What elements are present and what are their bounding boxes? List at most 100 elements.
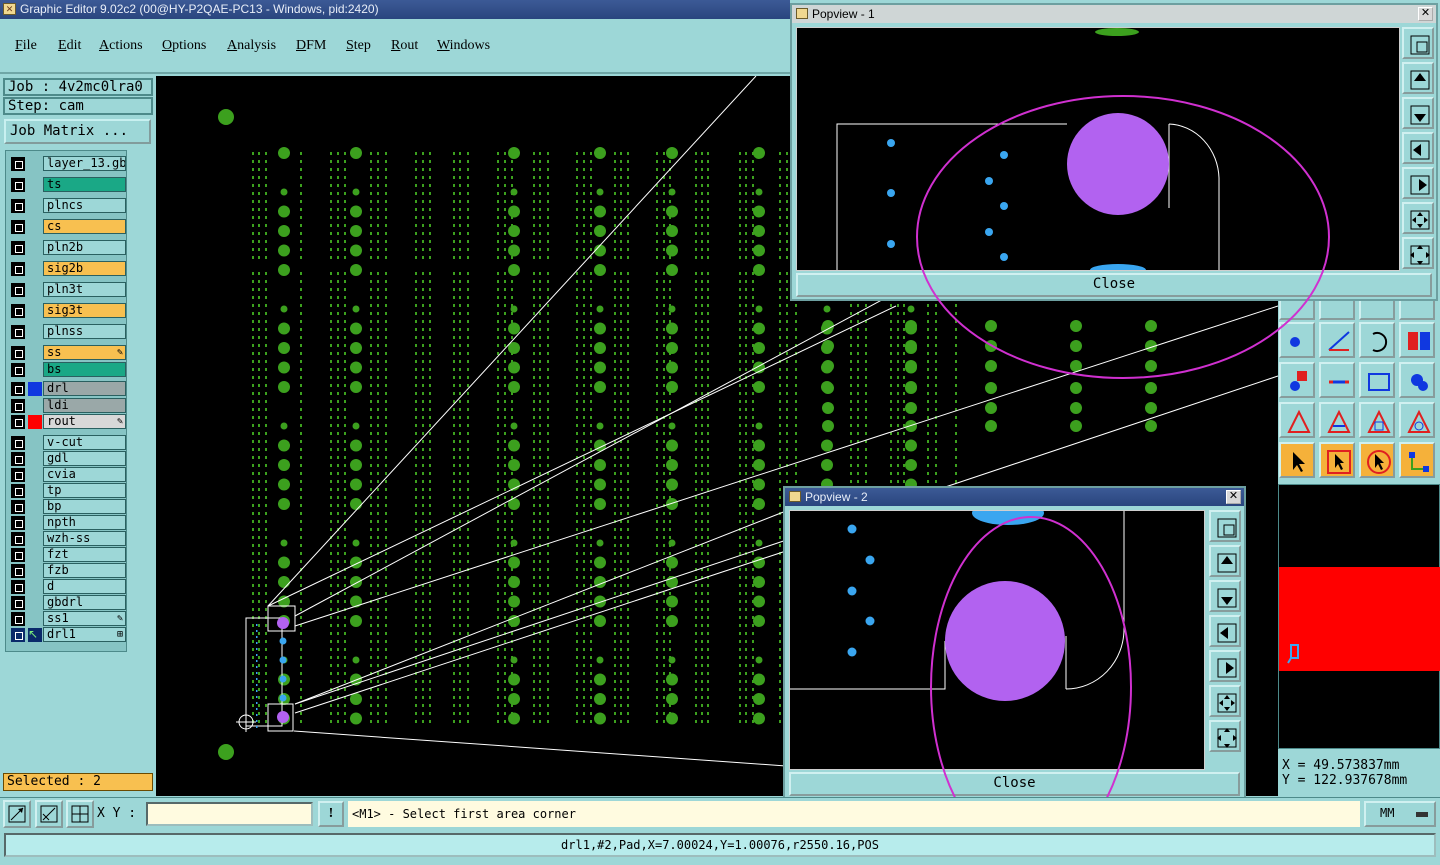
layer-checkbox[interactable] — [11, 580, 25, 594]
layer-row[interactable]: npth — [8, 515, 128, 530]
layer-checkbox[interactable] — [11, 452, 25, 466]
select-circle-button[interactable] — [1359, 442, 1395, 478]
line-tool-button[interactable] — [1319, 322, 1355, 358]
layer-row[interactable]: ss ✎ — [8, 345, 128, 360]
layer-checkbox[interactable] — [11, 363, 25, 377]
job-matrix-button[interactable]: Job Matrix ... — [4, 119, 151, 144]
menu-step[interactable]: Step — [346, 38, 371, 54]
layer-row[interactable]: pln3t — [8, 282, 128, 297]
layer-row[interactable]: ldi — [8, 398, 128, 413]
arc-tool-button[interactable] — [1359, 322, 1395, 358]
zoom-out-button[interactable] — [1209, 720, 1241, 752]
layer-checkbox[interactable] — [11, 304, 25, 318]
layer-checkbox[interactable] — [11, 283, 25, 297]
menu-windows[interactable]: Windows — [437, 38, 490, 54]
layer-checkbox[interactable] — [11, 628, 25, 642]
layer-checkbox[interactable] — [11, 346, 25, 360]
layer-checkbox[interactable] — [11, 532, 25, 546]
popview-1-close-icon[interactable]: ✕ — [1418, 7, 1433, 21]
layer-row[interactable]: ts — [8, 177, 128, 192]
menu-actions[interactable]: Actions — [99, 38, 143, 54]
layer-row[interactable]: bp — [8, 499, 128, 514]
zoom-area-button[interactable] — [3, 800, 31, 828]
zoom-in-button[interactable] — [1402, 202, 1434, 234]
pad-add-button[interactable] — [1279, 362, 1315, 398]
layer-checkbox[interactable] — [11, 199, 25, 213]
layer-row[interactable]: v-cut — [8, 435, 128, 450]
layer-checkbox[interactable] — [11, 468, 25, 482]
popview-2-close-button[interactable]: Close — [789, 772, 1240, 796]
layer-checkbox[interactable] — [11, 399, 25, 413]
layer-row[interactable]: gbdrl — [8, 595, 128, 610]
pan-left-button[interactable] — [1209, 615, 1241, 647]
menu-file[interactable]: File — [15, 38, 37, 54]
menu-rout[interactable]: Rout — [391, 38, 418, 54]
line-add-button[interactable] — [1319, 362, 1355, 398]
zoom-fit-button[interactable] — [1209, 510, 1241, 542]
layer-checkbox[interactable] — [11, 325, 25, 339]
layer-row[interactable]: layer_13.gbr — [8, 156, 128, 171]
layer-row[interactable]: wzh-ss — [8, 531, 128, 546]
triangle-circle-button[interactable] — [1399, 402, 1435, 438]
layer-row[interactable]: sig3t — [8, 303, 128, 318]
layer-checkbox[interactable] — [11, 262, 25, 276]
zoom-out-button[interactable] — [1402, 237, 1434, 269]
layer-checkbox[interactable] — [11, 178, 25, 192]
menu-analysis[interactable]: Analysis — [227, 38, 276, 54]
connect-tool-button[interactable] — [1399, 442, 1435, 478]
unit-select[interactable]: MM — [1364, 801, 1436, 827]
layer-row[interactable]: fzb — [8, 563, 128, 578]
layer-checkbox[interactable] — [11, 157, 25, 171]
xy-input[interactable] — [146, 802, 313, 826]
zoom-in-button[interactable] — [1209, 685, 1241, 717]
popview-1-canvas[interactable] — [796, 27, 1400, 276]
layer-row[interactable]: tp — [8, 483, 128, 498]
layer-row[interactable]: plncs — [8, 198, 128, 213]
layer-row[interactable]: plnss — [8, 324, 128, 339]
layer-checkbox[interactable] — [11, 484, 25, 498]
pan-right-button[interactable] — [1402, 167, 1434, 199]
layer-row[interactable]: pln2b — [8, 240, 128, 255]
menu-dfm[interactable]: DFM — [296, 38, 326, 54]
layer-row[interactable]: d — [8, 579, 128, 594]
layer-row[interactable]: cs — [8, 219, 128, 234]
layer-checkbox[interactable] — [11, 382, 25, 396]
menu-edit[interactable]: Edit — [58, 38, 81, 54]
pad-tool-button[interactable] — [1279, 322, 1315, 358]
pan-down-button[interactable] — [1209, 580, 1241, 612]
pan-up-button[interactable] — [1402, 62, 1434, 94]
layer-checkbox[interactable] — [11, 516, 25, 530]
pan-down-button[interactable] — [1402, 97, 1434, 129]
layer-checkbox[interactable] — [11, 548, 25, 562]
layer-checkbox[interactable] — [11, 564, 25, 578]
popview-1-close-button[interactable]: Close — [796, 273, 1432, 297]
layer-row[interactable]: fzt — [8, 547, 128, 562]
select-box-button[interactable] — [1319, 442, 1355, 478]
triangle-rect-button[interactable] — [1359, 402, 1395, 438]
layer-checkbox[interactable] — [11, 500, 25, 514]
layer-checkbox[interactable] — [11, 596, 25, 610]
select-arrow-button[interactable] — [1279, 442, 1315, 478]
rect-tool-button[interactable] — [1359, 362, 1395, 398]
layer-row[interactable]: ↖ drl1 ⊞ — [8, 627, 128, 642]
popview-2-close-icon[interactable]: ✕ — [1226, 490, 1241, 504]
surface-tool-button[interactable] — [1399, 362, 1435, 398]
popview-2-canvas[interactable] — [789, 501, 1205, 770]
pan-up-button[interactable] — [1209, 545, 1241, 577]
overview-map[interactable] — [1278, 484, 1440, 749]
triangle-tool-button[interactable] — [1279, 402, 1315, 438]
split-tool-button[interactable] — [1399, 322, 1435, 358]
layer-row[interactable]: ss1 ✎ — [8, 611, 128, 626]
layer-row[interactable]: drl — [8, 381, 128, 396]
layer-row[interactable]: gdl — [8, 451, 128, 466]
triangle-line-button[interactable] — [1319, 402, 1355, 438]
layer-checkbox[interactable] — [11, 415, 25, 429]
zoom-fit-button[interactable] — [1402, 27, 1434, 59]
pan-right-button[interactable] — [1209, 650, 1241, 682]
layer-checkbox[interactable] — [11, 220, 25, 234]
pan-left-button[interactable] — [1402, 132, 1434, 164]
prompt-button[interactable]: ! — [318, 801, 344, 827]
layer-checkbox[interactable] — [11, 436, 25, 450]
layer-row[interactable]: rout ✎ — [8, 414, 128, 429]
layer-checkbox[interactable] — [11, 241, 25, 255]
